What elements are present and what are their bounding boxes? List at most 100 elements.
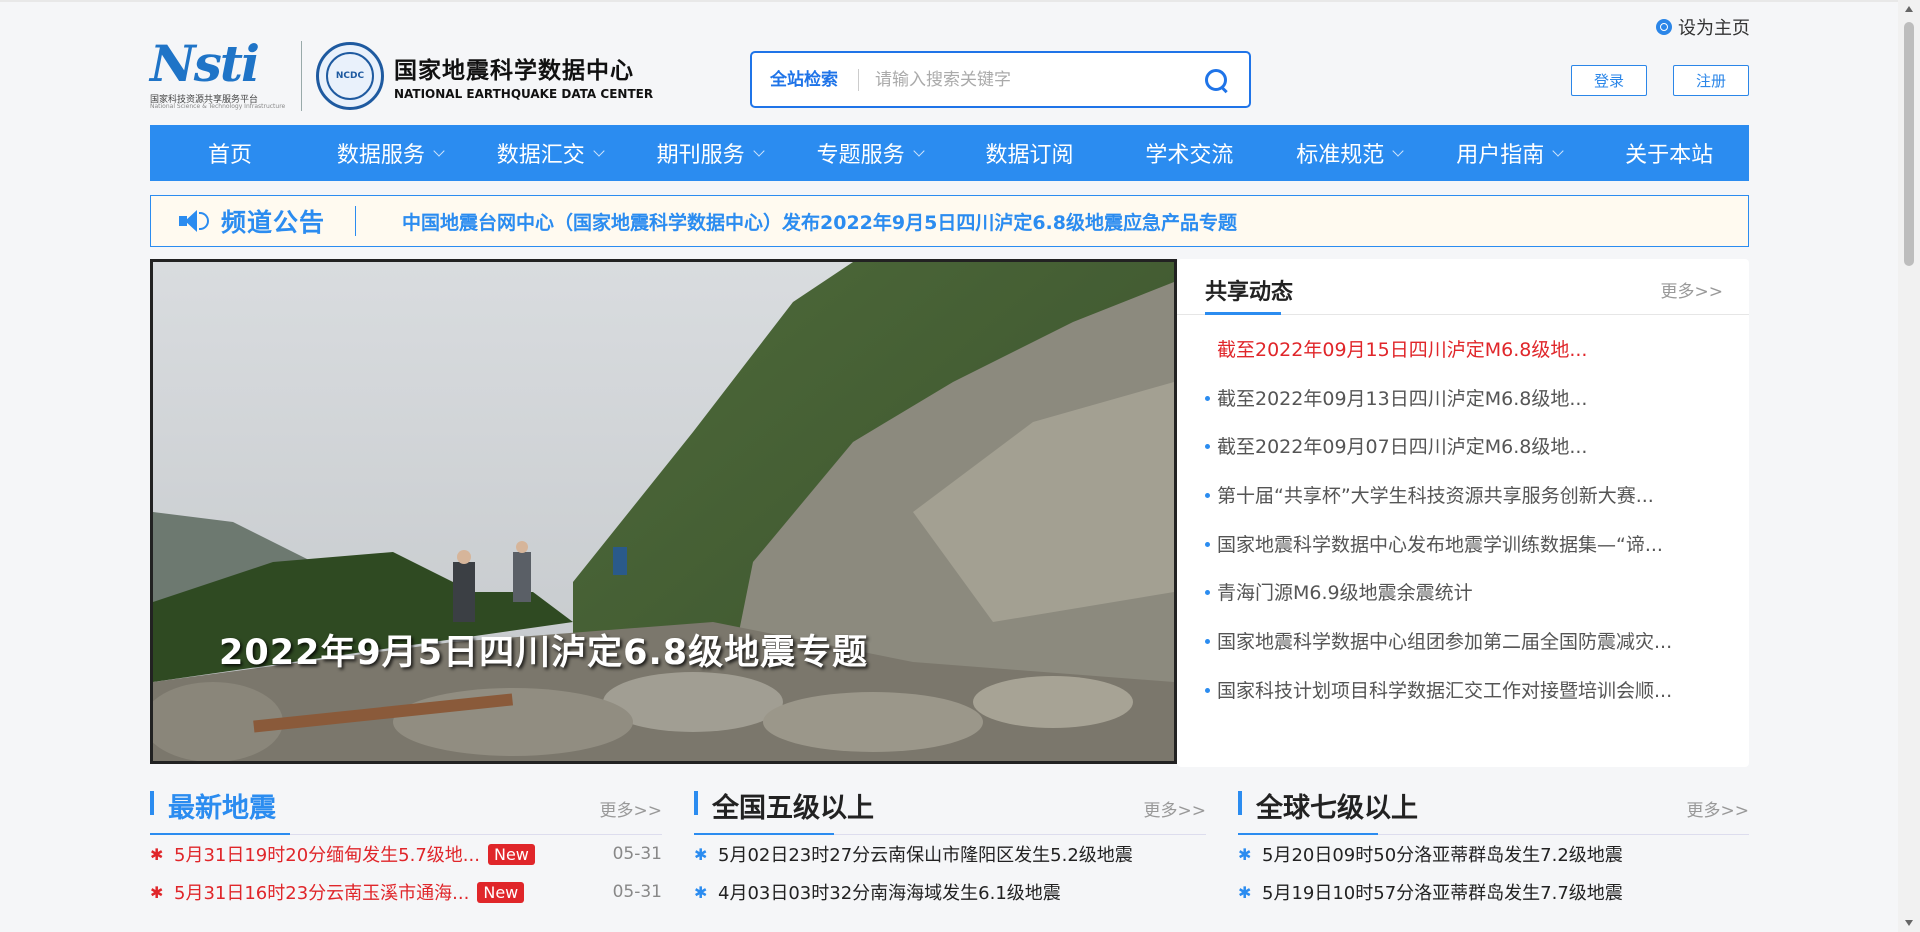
nav-label: 数据服务 bbox=[336, 143, 425, 168]
list-item[interactable]: 青海门源M6.9级地震余震统计 bbox=[1205, 578, 1672, 627]
logo-divider bbox=[301, 41, 302, 111]
share-news-list: 截至2022年09月15日四川泸定M6.8级地... 截至2022年09月13日… bbox=[1205, 335, 1672, 725]
site-logo[interactable]: Nsti 国家科技资源共享服务平台 National Science & Tec… bbox=[150, 34, 653, 114]
set-home-link[interactable]: 设为主页 bbox=[1656, 14, 1750, 40]
search-icon[interactable] bbox=[1203, 67, 1229, 93]
list-item[interactable]: ✱ 4月03日03时32分南海海域发生6.1级地震 bbox=[694, 873, 1206, 911]
nav-item-data-services[interactable]: 数据服务 bbox=[310, 137, 470, 169]
nav-item-topic-services[interactable]: 专题服务 bbox=[790, 137, 950, 169]
list-item[interactable]: ✱ 5月31日19时20分缅甸发生5.7级地... New 05-31 bbox=[150, 835, 662, 873]
list-item[interactable]: 第十届“共享杯”大学生科技资源共享服务创新大赛... bbox=[1205, 481, 1672, 530]
nav-label: 期刊服务 bbox=[656, 143, 745, 168]
landslide-photo bbox=[153, 262, 1174, 761]
search-scope[interactable]: 全站检索 bbox=[752, 68, 859, 91]
global-earthquakes-more-link[interactable]: 更多>> bbox=[1687, 796, 1750, 821]
title-underline bbox=[1205, 312, 1281, 315]
quake-title: 5月31日19时20分缅甸发生5.7级地... bbox=[174, 845, 480, 866]
list-item[interactable]: 国家科技计划项目科学数据汇交工作对接暨培训会顺... bbox=[1205, 676, 1672, 725]
share-news-more-link[interactable]: 更多>> bbox=[1661, 277, 1724, 302]
nav-label: 学术交流 bbox=[1145, 143, 1234, 168]
main-nav: 首页 数据服务 数据汇交 期刊服务 专题服务 数据订阅 学术交流 标准规范 用户… bbox=[150, 125, 1749, 181]
asterisk-icon: ✱ bbox=[150, 844, 164, 864]
list-item[interactable]: 截至2022年09月07日四川泸定M6.8级地... bbox=[1205, 432, 1672, 481]
channel-notice: 频道公告 中国地震台网中心（国家地震科学数据中心）发布2022年9月5日四川泸定… bbox=[150, 195, 1749, 247]
title-marker bbox=[150, 791, 154, 815]
quake-date: 05-31 bbox=[612, 882, 662, 902]
nav-item-data-submission[interactable]: 数据汇交 bbox=[470, 137, 630, 169]
banner-caption: 2022年9月5日四川泸定6.8级地震专题 bbox=[219, 633, 869, 673]
asterisk-icon: ✱ bbox=[1238, 844, 1252, 864]
title-underline bbox=[1238, 833, 1378, 835]
global-m7-earthquakes: 全球七级以上 更多>> ✱ 5月20日09时50分洛亚蒂群岛发生7.2级地震 ✱… bbox=[1238, 784, 1749, 911]
nav-label: 标准规范 bbox=[1296, 143, 1385, 168]
site-search: 全站检索 bbox=[750, 51, 1251, 108]
list-item[interactable]: ✱ 5月02日23时27分云南保山市隆阳区发生5.2级地震 bbox=[694, 835, 1206, 873]
login-button[interactable]: 登录 bbox=[1571, 65, 1647, 96]
globe-icon bbox=[1656, 19, 1672, 35]
global-earthquakes-header: 全球七级以上 更多>> bbox=[1238, 784, 1749, 835]
national-earthquakes-more-link[interactable]: 更多>> bbox=[1144, 796, 1207, 821]
list-item[interactable]: 截至2022年09月13日四川泸定M6.8级地... bbox=[1205, 384, 1672, 433]
top-border bbox=[0, 0, 1898, 2]
quake-title: 5月31日16时23分云南玉溪市通海... bbox=[174, 883, 470, 904]
hero-banner[interactable]: 2022年9月5日四川泸定6.8级地震专题 bbox=[150, 259, 1177, 764]
seal-text: NCDC bbox=[326, 52, 374, 100]
register-button[interactable]: 注册 bbox=[1673, 65, 1749, 96]
scroll-up-arrow-icon[interactable] bbox=[1905, 6, 1913, 12]
list-item[interactable]: ✱ 5月31日16时23分云南玉溪市通海... New 05-31 bbox=[150, 873, 662, 911]
list-item[interactable]: ✱ 5月20日09时50分洛亚蒂群岛发生7.2级地震 bbox=[1238, 835, 1749, 873]
speaker-icon bbox=[179, 208, 211, 234]
chevron-down-icon bbox=[753, 144, 765, 157]
national-earthquakes-title: 全国五级以上 bbox=[712, 793, 874, 824]
list-item[interactable]: 国家地震科学数据中心组团参加第二届全国防震减灾... bbox=[1205, 627, 1672, 676]
center-name-cn: 国家地震科学数据中心 bbox=[394, 58, 634, 84]
search-input[interactable] bbox=[859, 69, 1203, 90]
nsti-logo-subtitle-en: National Science & Technology Infrastruc… bbox=[150, 103, 286, 110]
scrollbar-thumb[interactable] bbox=[1904, 22, 1914, 266]
chevron-down-icon bbox=[593, 144, 605, 157]
center-name: 国家地震科学数据中心 NATIONAL EARTHQUAKE DATA CENT… bbox=[394, 51, 653, 101]
title-marker bbox=[1238, 791, 1242, 815]
nav-label: 首页 bbox=[207, 143, 252, 168]
nav-label: 专题服务 bbox=[816, 143, 905, 168]
vertical-scrollbar[interactable] bbox=[1898, 0, 1920, 932]
list-item[interactable]: ✱ 5月19日10时57分洛亚蒂群岛发生7.7级地震 bbox=[1238, 873, 1749, 911]
latest-earthquakes-more-link[interactable]: 更多>> bbox=[600, 796, 663, 821]
nav-item-journal-services[interactable]: 期刊服务 bbox=[630, 137, 790, 169]
asterisk-icon: ✱ bbox=[694, 844, 708, 864]
latest-earthquakes: 最新地震 更多>> ✱ 5月31日19时20分缅甸发生5.7级地... New … bbox=[150, 784, 662, 911]
set-home-label: 设为主页 bbox=[1678, 18, 1750, 39]
nav-item-academic[interactable]: 学术交流 bbox=[1109, 137, 1269, 169]
nav-item-data-subscription[interactable]: 数据订阅 bbox=[950, 137, 1110, 169]
notice-divider bbox=[355, 206, 357, 236]
list-item[interactable]: 国家地震科学数据中心发布地震学训练数据集—“谛... bbox=[1205, 530, 1672, 579]
nav-item-user-guide[interactable]: 用户指南 bbox=[1429, 137, 1589, 169]
new-badge: New bbox=[487, 843, 535, 865]
quake-date: 05-31 bbox=[612, 844, 662, 864]
chevron-down-icon bbox=[433, 144, 445, 157]
nav-label: 数据订阅 bbox=[985, 143, 1074, 168]
scroll-down-arrow-icon[interactable] bbox=[1905, 920, 1913, 926]
national-m5-earthquakes: 全国五级以上 更多>> ✱ 5月02日23时27分云南保山市隆阳区发生5.2级地… bbox=[694, 784, 1206, 911]
latest-earthquakes-title: 最新地震 bbox=[168, 793, 276, 824]
nav-label: 用户指南 bbox=[1456, 143, 1545, 168]
asterisk-icon: ✱ bbox=[150, 882, 164, 902]
notice-title: 频道公告 bbox=[221, 208, 326, 237]
notice-link[interactable]: 中国地震台网中心（国家地震科学数据中心）发布2022年9月5日四川泸定6.8级地… bbox=[402, 208, 1237, 235]
center-name-en: NATIONAL EARTHQUAKE DATA CENTER bbox=[394, 87, 654, 101]
quake-title: 5月19日10时57分洛亚蒂群岛发生7.7级地震 bbox=[1262, 883, 1623, 904]
title-underline bbox=[150, 833, 290, 835]
share-news-header: 共享动态 更多>> bbox=[1177, 259, 1749, 315]
nsti-logo: Nsti 国家科技资源共享服务平台 National Science & Tec… bbox=[150, 34, 286, 112]
nav-item-home[interactable]: 首页 bbox=[150, 137, 310, 169]
chevron-down-icon bbox=[1392, 144, 1404, 157]
nav-label: 关于本站 bbox=[1625, 143, 1714, 168]
nav-item-about[interactable]: 关于本站 bbox=[1589, 137, 1749, 169]
list-item[interactable]: 截至2022年09月15日四川泸定M6.8级地... bbox=[1205, 335, 1672, 384]
new-badge: New bbox=[477, 881, 525, 903]
share-news-panel: 共享动态 更多>> 截至2022年09月15日四川泸定M6.8级地... 截至2… bbox=[1177, 259, 1749, 767]
nav-item-standards[interactable]: 标准规范 bbox=[1269, 137, 1429, 169]
title-underline bbox=[694, 833, 834, 835]
latest-earthquakes-header: 最新地震 更多>> bbox=[150, 784, 662, 835]
chevron-down-icon bbox=[1552, 144, 1564, 157]
